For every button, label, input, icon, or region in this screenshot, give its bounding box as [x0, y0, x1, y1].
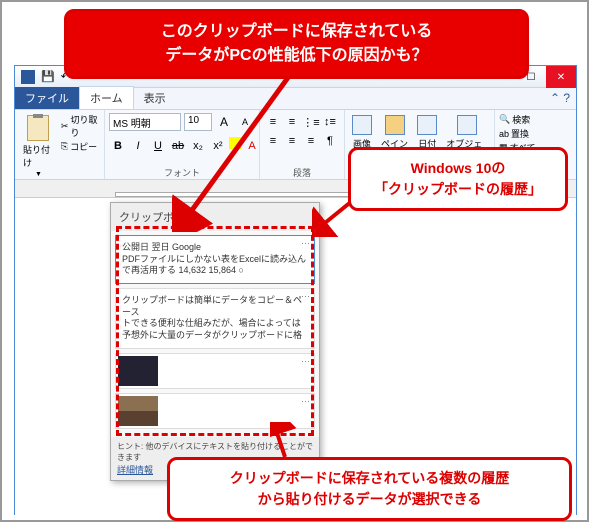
annotation-top-text: このクリップボードに保存されている データがPCの性能低下の原因かも？ [161, 23, 433, 64]
help-icon[interactable]: ⌃ ? [550, 91, 570, 105]
annotation-bottom: クリップボードに保存されている複数の履歴 から貼り付けるデータが選択できる [167, 457, 572, 521]
item-menu-icon[interactable]: ⋯ [301, 356, 310, 368]
app-icon [21, 70, 35, 84]
bold-button[interactable]: B [109, 137, 127, 155]
align-right-button[interactable]: ≡ [302, 132, 320, 150]
group-clipboard: 貼り付け ▼ ✂切り取り ⎘コピー クリップボード [15, 110, 105, 179]
clip-image-thumb [118, 356, 158, 386]
arrow-bottom [270, 422, 300, 462]
clip-text-line: トできる便利な仕組みだが、場合によっては [122, 318, 308, 330]
object-icon [457, 115, 477, 135]
close-button[interactable]: ✕ [546, 66, 576, 88]
replace-button[interactable]: ab置換 [499, 127, 536, 140]
image-icon [352, 115, 372, 135]
annotation-bottom-text: クリップボードに保存されている複数の履歴 から貼り付けるデータが選択できる [230, 470, 510, 507]
clip-text-line: PDFファイルにしかない表をExcelに読み込ん [122, 254, 308, 266]
copy-button[interactable]: ⎘コピー [61, 140, 100, 153]
linespacing-button[interactable]: ↕≡ [321, 113, 339, 131]
find-button[interactable]: 🔍検索 [499, 113, 536, 126]
paint-icon [385, 115, 405, 135]
paragraph-dialog-button[interactable]: ¶ [321, 132, 339, 150]
item-menu-icon[interactable]: ⋯ [301, 238, 310, 250]
qat-save-icon[interactable]: 💾 [41, 70, 55, 83]
tab-home[interactable]: ホーム [79, 86, 134, 109]
clipboard-item[interactable]: ⋯ 公開日 翌日 Google PDFファイルにしかない表をExcelに読み込ん… [115, 235, 315, 284]
search-icon: 🔍 [499, 114, 510, 125]
arrow-top [172, 72, 302, 232]
scissors-icon: ✂ [61, 121, 69, 132]
italic-button[interactable]: I [129, 137, 147, 155]
clip-text-line: 予想外に大量のデータがクリップボードに格 [122, 330, 308, 342]
tab-view[interactable]: 表示 [134, 87, 176, 109]
replace-icon: ab [499, 129, 509, 139]
annotation-right-text: Windows 10の 「クリップボードの履歴」 [374, 160, 542, 197]
item-menu-icon[interactable]: ⋯ [301, 396, 310, 408]
cut-button[interactable]: ✂切り取り [61, 113, 100, 139]
clip-text-line: で再活用する 14,632 15,864 ○ [122, 265, 308, 277]
clipboard-item[interactable]: ⋯ クリップボードは簡単にデータをコピー＆ペース トできる便利な仕組みだが、場合… [115, 288, 315, 349]
item-menu-icon[interactable]: ⋯ [301, 291, 310, 303]
clipboard-items-list: ⋯ 公開日 翌日 Google PDFファイルにしかない表をExcelに読み込ん… [111, 231, 319, 437]
clipboard-item[interactable]: ⋯ [115, 353, 315, 389]
font-family-select[interactable]: MS 明朝 [109, 113, 181, 131]
clipboard-more-info-link[interactable]: 詳細情報 [117, 465, 153, 475]
underline-button[interactable]: U [149, 137, 167, 155]
bullets-button[interactable]: ⋮≡ [302, 113, 320, 131]
calendar-icon [417, 115, 437, 135]
clip-text-line: 公開日 翌日 Google [122, 242, 308, 254]
annotation-right: Windows 10の 「クリップボードの履歴」 [348, 147, 568, 211]
clip-text-line: クリップボードは簡単にデータをコピー＆ペース [122, 295, 308, 318]
copy-icon: ⎘ [61, 141, 68, 152]
tab-file[interactable]: ファイル [15, 87, 79, 109]
paste-button[interactable]: 貼り付け ▼ [19, 113, 58, 180]
clip-image-thumb [118, 396, 158, 426]
annotation-top: このクリップボードに保存されている データがPCの性能低下の原因かも？ [64, 9, 529, 79]
paste-label: 貼り付け [23, 143, 54, 169]
